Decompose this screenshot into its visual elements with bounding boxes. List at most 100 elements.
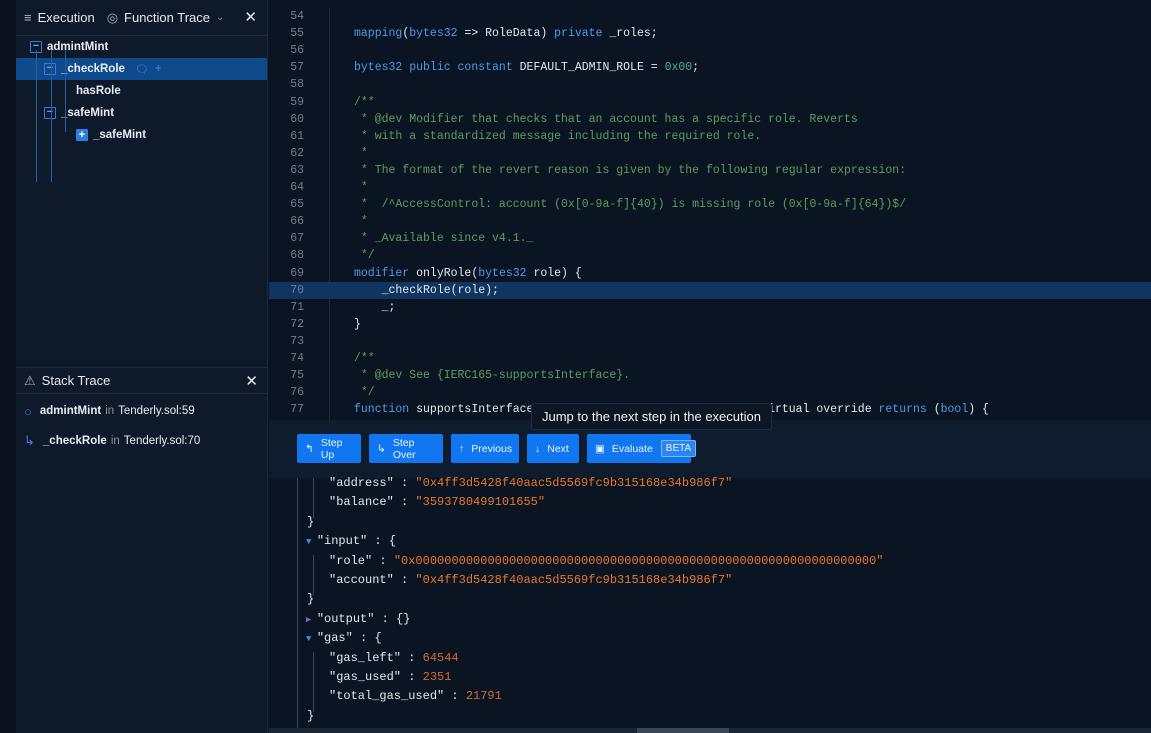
caret-right-icon[interactable]: ▶ bbox=[306, 615, 317, 625]
previous-button[interactable]: ↑ Previous bbox=[451, 434, 519, 463]
tree-item[interactable]: − _safeMint bbox=[16, 102, 267, 124]
line-number[interactable]: 77 bbox=[269, 401, 304, 418]
json-line: "balance" : "3593780499101655" bbox=[329, 493, 545, 512]
add-icon[interactable]: + bbox=[155, 63, 162, 75]
line-number[interactable]: 76 bbox=[269, 384, 304, 401]
close-icon[interactable]: ✕ bbox=[245, 372, 258, 390]
tree-item-label: _checkRole bbox=[61, 63, 125, 75]
left-panel: ≡ Execution ◎ Function Trace ⌄ ✕ − admint… bbox=[16, 0, 268, 733]
line-number[interactable]: 63 bbox=[269, 162, 304, 179]
line-number[interactable]: 70 bbox=[269, 282, 304, 299]
line-number[interactable]: 72 bbox=[269, 316, 304, 333]
code-line: 68 */ bbox=[269, 247, 1151, 264]
code-token: _checkRole(role); bbox=[354, 283, 499, 297]
line-text: * bbox=[354, 145, 368, 162]
code-token: * bbox=[354, 215, 368, 229]
code-line: 58 bbox=[269, 76, 1151, 93]
line-number[interactable]: 66 bbox=[269, 213, 304, 230]
evaluate-button[interactable]: ▣ Evaluate BETA bbox=[587, 434, 697, 463]
tree-item[interactable]: + _safeMint bbox=[16, 124, 267, 146]
line-number[interactable]: 55 bbox=[269, 25, 304, 42]
json-guide bbox=[313, 652, 314, 712]
tree-item-label: _safeMint bbox=[93, 129, 147, 141]
line-text: * with a standardized message including … bbox=[354, 128, 761, 145]
json-key: "gas" bbox=[316, 631, 353, 646]
line-number[interactable]: 65 bbox=[269, 196, 304, 213]
json-colon: : bbox=[401, 670, 423, 684]
tree-item-label: hasRole bbox=[76, 85, 121, 97]
line-number[interactable]: 61 bbox=[269, 128, 304, 145]
json-value: "0x0000000000000000000000000000000000000… bbox=[393, 553, 884, 568]
code-token: * @dev See {IERC165-supportsInterface}. bbox=[354, 369, 631, 383]
step-over-button[interactable]: ↳ Step Over bbox=[369, 434, 443, 463]
line-number[interactable]: 56 bbox=[269, 42, 304, 59]
line-number[interactable]: 73 bbox=[269, 333, 304, 350]
line-number[interactable]: 59 bbox=[269, 94, 304, 111]
button-label: Step Over bbox=[392, 436, 416, 461]
horizontal-scrollbar[interactable] bbox=[269, 728, 1151, 733]
step-up-button[interactable]: ↰ Step Up bbox=[297, 434, 361, 463]
code-token: * /^AccessControl: account (0x[0-9a-f]{4… bbox=[354, 198, 907, 212]
expand-icon[interactable]: + bbox=[76, 129, 88, 141]
line-number[interactable]: 58 bbox=[269, 76, 304, 93]
line-number[interactable]: 54 bbox=[269, 8, 304, 25]
code-token: ( bbox=[926, 403, 941, 417]
json-line[interactable]: ▼ "input" : { bbox=[306, 532, 396, 551]
line-number[interactable]: 71 bbox=[269, 299, 304, 316]
line-text: /** bbox=[354, 350, 375, 367]
line-text: * The format of the revert reason is giv… bbox=[354, 162, 906, 179]
collapse-icon[interactable]: − bbox=[44, 63, 56, 75]
json-value: "3593780499101655" bbox=[415, 495, 546, 510]
tab-function-trace[interactable]: Function Trace bbox=[124, 10, 210, 25]
code-line: 57 bytes32 public constant DEFAULT_ADMIN_… bbox=[269, 59, 1151, 76]
stack-in: in bbox=[105, 405, 115, 417]
tree-item[interactable]: − _checkRole 🗨 + bbox=[16, 58, 267, 80]
chevron-down-icon[interactable]: ⌄ bbox=[216, 12, 224, 23]
stack-item[interactable]: ↳ _checkRole in Tenderly.sol:70 bbox=[16, 426, 268, 456]
beta-badge: BETA bbox=[660, 440, 697, 457]
line-number[interactable]: 67 bbox=[269, 230, 304, 247]
json-key: "gas_used" bbox=[329, 670, 402, 684]
tab-execution[interactable]: Execution bbox=[38, 10, 95, 25]
line-number[interactable]: 57 bbox=[269, 59, 304, 76]
scrollbar-thumb[interactable] bbox=[637, 728, 729, 733]
circle-icon: ○ bbox=[24, 403, 32, 419]
line-number[interactable]: 64 bbox=[269, 179, 304, 196]
line-number[interactable]: 74 bbox=[269, 350, 304, 367]
close-icon[interactable]: ✕ bbox=[244, 8, 257, 26]
caret-down-icon[interactable]: ▼ bbox=[306, 537, 317, 547]
line-text: * _Available since v4.1._ bbox=[354, 230, 534, 247]
line-number[interactable]: 68 bbox=[269, 247, 304, 264]
caret-down-icon[interactable]: ▼ bbox=[306, 634, 317, 644]
line-number[interactable]: 60 bbox=[269, 111, 304, 128]
code-token: * @dev Modifier that checks that an acco… bbox=[354, 112, 858, 126]
collapse-icon[interactable]: − bbox=[44, 107, 56, 119]
return-arrow-icon: ↳ bbox=[24, 433, 35, 448]
json-inspector: "address" : "0x4ff3d5428f40aac5d5569fc9b… bbox=[269, 476, 1151, 728]
code-line: 60 * @dev Modifier that checks that an a… bbox=[269, 111, 1151, 128]
line-number[interactable]: 69 bbox=[269, 265, 304, 282]
code-line: 72} bbox=[269, 316, 1151, 333]
json-value: {} bbox=[396, 611, 411, 626]
warning-icon: ⚠ bbox=[24, 372, 36, 388]
stack-location[interactable]: Tenderly.sol:59 bbox=[118, 405, 195, 417]
line-number[interactable]: 62 bbox=[269, 145, 304, 162]
arrow-down-icon: ↓ bbox=[535, 442, 541, 455]
code-token: } bbox=[354, 317, 361, 331]
line-number[interactable]: 75 bbox=[269, 367, 304, 384]
tree-item[interactable]: − admintMint bbox=[16, 36, 267, 58]
stack-trace-panel: ⚠ Stack Trace ✕ ○ admintMint in Tenderly.so… bbox=[16, 367, 268, 456]
json-colon: : bbox=[401, 650, 423, 665]
json-line[interactable]: ▶ "output" : {} bbox=[306, 610, 410, 629]
code-token: function bbox=[354, 403, 410, 417]
line-text: mapping(bytes32 => RoleData) private _ro… bbox=[354, 25, 658, 42]
json-colon: : bbox=[367, 534, 389, 549]
stack-item[interactable]: ○ admintMint in Tenderly.sol:59 bbox=[16, 396, 268, 426]
activity-strip bbox=[0, 0, 16, 733]
code-token: mapping bbox=[354, 27, 403, 41]
tree-item[interactable]: hasRole bbox=[16, 80, 267, 102]
stack-location[interactable]: Tenderly.sol:70 bbox=[124, 435, 201, 447]
next-button[interactable]: ↓ Next bbox=[527, 434, 579, 463]
comment-icon[interactable]: 🗨 bbox=[135, 63, 149, 76]
json-line[interactable]: ▼ "gas" : { bbox=[306, 629, 382, 648]
